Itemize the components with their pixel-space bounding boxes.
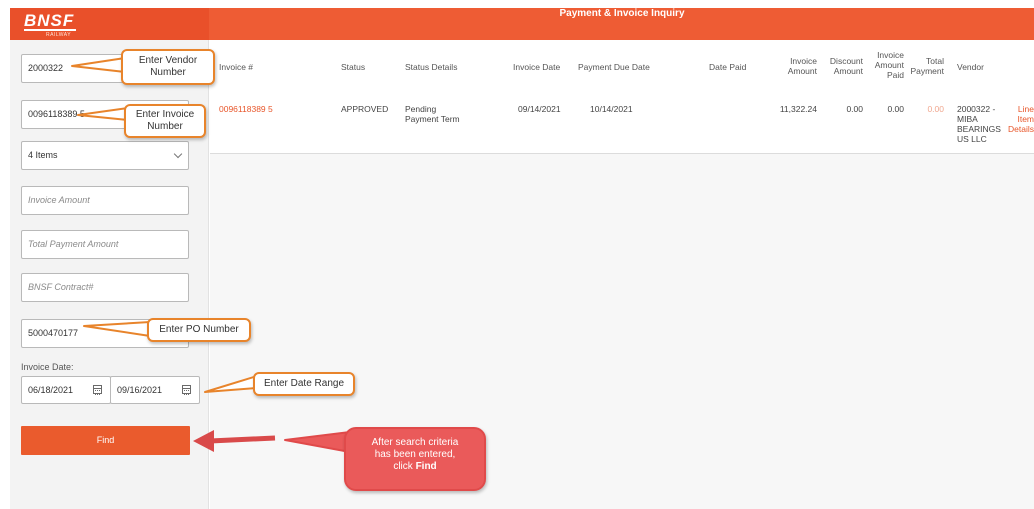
invoice-amount-input[interactable]: Invoice Amount bbox=[21, 186, 189, 215]
col-invoice-header[interactable]: Invoice # bbox=[219, 62, 253, 72]
invoice-amount-cell: 11,322.24 bbox=[779, 104, 817, 114]
col-invoice-amount-paid-header-line2: Amount bbox=[874, 60, 904, 70]
total-payment-amount-input[interactable]: Total Payment Amount bbox=[21, 230, 189, 259]
date-range-callout: Enter Date Range bbox=[253, 372, 355, 396]
col-status-details-header[interactable]: Status Details bbox=[405, 62, 457, 72]
vendor-cell: 2000322 - MIBA BEARINGS US LLC bbox=[957, 104, 1001, 144]
logo-subtext: RAILWAY bbox=[46, 32, 72, 38]
col-discount-amount-header-line2: Amount bbox=[833, 66, 863, 76]
date-from-value: 06/18/2021 bbox=[28, 385, 74, 395]
find-callout-line3-text: click bbox=[393, 461, 416, 472]
vendor-callout: Enter Vendor Number bbox=[121, 49, 215, 85]
bnsf-logo[interactable]: BNSF RAILWAY bbox=[10, 8, 209, 40]
status-cell: APPROVED bbox=[341, 104, 389, 114]
find-callout-line3-bold: Find bbox=[415, 461, 437, 472]
logo-text: BNSF bbox=[24, 11, 75, 30]
line-item-details-line2: Item bbox=[1017, 114, 1034, 124]
date-to-value: 09/16/2021 bbox=[117, 385, 163, 395]
col-invoice-amount-header-line1: Invoice bbox=[790, 56, 817, 66]
col-invoice-amount-paid-header-line3: Paid bbox=[886, 70, 904, 80]
col-discount-amount-header-line1: Discount bbox=[829, 56, 863, 66]
vendor-callout-line1: Enter Vendor bbox=[138, 55, 198, 66]
find-button[interactable]: Find bbox=[21, 426, 190, 455]
total-payment-cell: 0.00 bbox=[927, 104, 944, 114]
col-invoice-amount-paid-header-line1: Invoice bbox=[877, 50, 904, 60]
logo-underline bbox=[24, 29, 76, 31]
col-payment-due-date-header[interactable]: Payment Due Date bbox=[578, 62, 650, 72]
date-from-input[interactable]: 06/18/2021 bbox=[21, 376, 111, 404]
find-callout: After search criteria has been entered, … bbox=[344, 427, 486, 491]
vendor-line3: BEARINGS bbox=[957, 124, 1001, 134]
invoice-date-label: Invoice Date: bbox=[21, 362, 74, 372]
vendor-callout-line2: Number bbox=[150, 67, 186, 78]
discount-amount-cell: 0.00 bbox=[846, 104, 863, 114]
col-date-paid-header[interactable]: Date Paid bbox=[709, 62, 746, 72]
page-title: Payment & Invoice Inquiry bbox=[559, 8, 685, 19]
invoice-amount-paid-cell: 0.00 bbox=[887, 104, 904, 114]
calendar-icon[interactable] bbox=[182, 385, 191, 395]
app-frame: BNSF RAILWAY Payment & Invoice Inquiry 2… bbox=[0, 0, 1034, 509]
vendor-line2: MIBA bbox=[957, 114, 978, 124]
line-item-details-line3: Details bbox=[1008, 124, 1034, 134]
col-invoice-amount-header[interactable]: Invoice Amount bbox=[768, 56, 817, 76]
vendor-line1: 2000322 - bbox=[957, 104, 996, 114]
col-invoice-amount-paid-header[interactable]: Invoice Amount Paid bbox=[866, 50, 904, 80]
vendor-line4: US LLC bbox=[957, 134, 987, 144]
table-row bbox=[210, 92, 1034, 154]
items-select-value: 4 Items bbox=[28, 150, 58, 160]
invoice-callout-line1: Enter Invoice bbox=[135, 109, 195, 120]
col-vendor-header[interactable]: Vendor bbox=[957, 62, 984, 72]
col-status-header[interactable]: Status bbox=[341, 62, 365, 72]
invoice-number-link[interactable]: 0096118389 5 bbox=[219, 104, 273, 114]
line-item-details-line1: Line bbox=[1017, 104, 1034, 114]
find-callout-line3: click Find bbox=[346, 461, 484, 473]
items-select[interactable]: 4 Items bbox=[21, 141, 189, 170]
status-details-cell: Pending Payment Term bbox=[405, 104, 460, 124]
col-total-payment-header-line1: Total bbox=[926, 56, 944, 66]
status-details-line2: Payment Term bbox=[405, 114, 460, 124]
calendar-icon[interactable] bbox=[93, 385, 102, 395]
col-invoice-amount-header-line2: Amount bbox=[787, 66, 817, 76]
col-invoice-date-header[interactable]: Invoice Date bbox=[513, 62, 560, 72]
po-callout: Enter PO Number bbox=[147, 318, 251, 342]
invoice-callout-line2: Number bbox=[147, 121, 183, 132]
status-details-line1: Pending bbox=[405, 104, 437, 114]
find-callout-line1: After search criteria bbox=[371, 437, 459, 448]
col-discount-amount-header[interactable]: Discount Amount bbox=[823, 56, 863, 76]
payment-due-date-cell: 10/14/2021 bbox=[590, 104, 633, 114]
chevron-down-icon bbox=[173, 149, 183, 159]
col-total-payment-header[interactable]: Total Payment bbox=[906, 56, 944, 76]
line-item-details-link[interactable]: Line Item Details bbox=[996, 104, 1034, 134]
invoice-date-cell: 09/14/2021 bbox=[518, 104, 561, 114]
date-to-input[interactable]: 09/16/2021 bbox=[110, 376, 200, 404]
col-total-payment-header-line2: Payment bbox=[910, 66, 944, 76]
find-callout-line2: has been entered, bbox=[374, 449, 456, 460]
invoice-callout: Enter Invoice Number bbox=[124, 104, 206, 138]
bnsf-contract-input[interactable]: BNSF Contract# bbox=[21, 273, 189, 302]
